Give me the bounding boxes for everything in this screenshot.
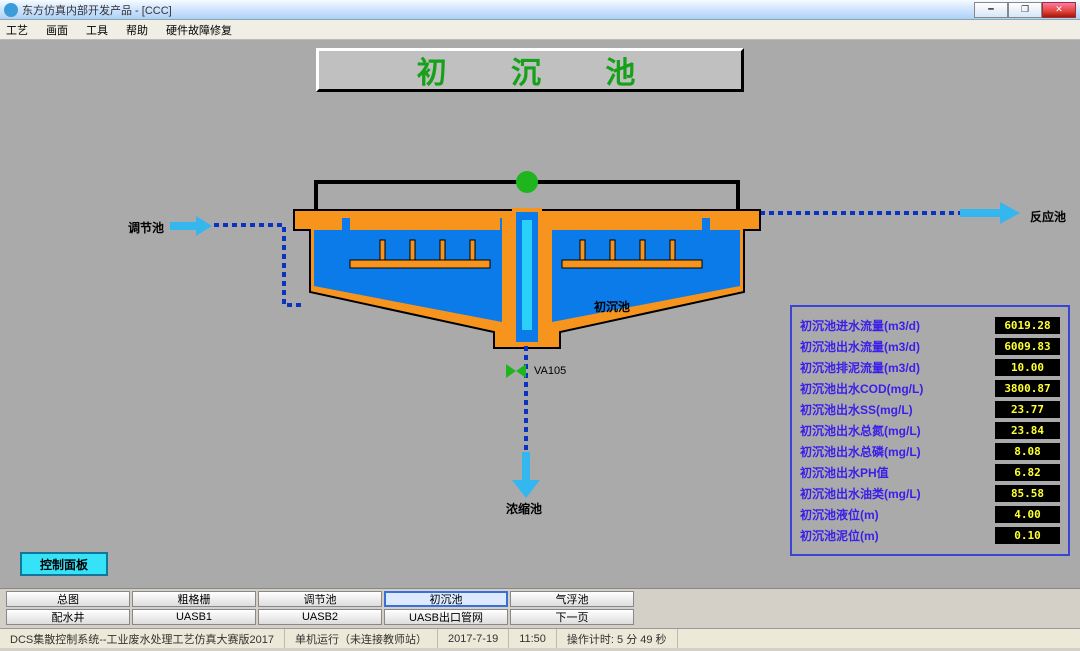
data-row: 初沉池出水流量(m3/d)6009.83 xyxy=(800,336,1060,357)
menu-screen[interactable]: 画面 xyxy=(46,22,68,38)
data-row: 初沉池出水COD(mg/L)3800.87 xyxy=(800,378,1060,399)
menu-bar: 工艺 画面 工具 帮助 硬件故障修复 xyxy=(0,20,1080,40)
data-row: 初沉池泥位(m)0.10 xyxy=(800,525,1060,546)
tank-name-label: 初沉池 xyxy=(594,298,630,315)
arrow-down-icon xyxy=(512,452,540,498)
menu-process[interactable]: 工艺 xyxy=(6,22,28,38)
left-source-label: 调节池 xyxy=(128,219,164,236)
screen-title: 初 沉 池 xyxy=(417,48,664,92)
window-title: 东方仿真内部开发产品 - [CCC] xyxy=(22,2,172,18)
arrow-left-in-icon xyxy=(170,216,212,236)
menu-tools[interactable]: 工具 xyxy=(86,22,108,38)
control-panel-button[interactable]: 控制面板 xyxy=(20,552,108,576)
status-timer: 操作计时: 5 分 49 秒 xyxy=(557,629,678,648)
data-row: 初沉池排泥流量(m3/d)10.00 xyxy=(800,357,1060,378)
process-canvas: 初 沉 池 调节池 反应池 xyxy=(0,40,1080,588)
data-panel: 初沉池进水流量(m3/d)6019.28 初沉池出水流量(m3/d)6009.8… xyxy=(790,305,1070,556)
outlet-pipe xyxy=(760,210,960,216)
status-sys: DCS集散控制系统--工业废水处理工艺仿真大赛版2017 xyxy=(0,629,285,648)
valve-icon[interactable] xyxy=(506,364,526,378)
minimize-button[interactable]: ━ xyxy=(974,2,1008,18)
app-icon xyxy=(4,3,18,17)
menu-hwfault[interactable]: 硬件故障修复 xyxy=(166,22,232,38)
close-button[interactable]: ✕ xyxy=(1042,2,1076,18)
tab-primary-settling[interactable]: 初沉池 xyxy=(384,591,508,607)
tab-flotation[interactable]: 气浮池 xyxy=(510,591,634,607)
data-row: 初沉池进水流量(m3/d)6019.28 xyxy=(800,315,1060,336)
maximize-button[interactable]: ❐ xyxy=(1008,2,1042,18)
right-target-label: 反应池 xyxy=(1030,208,1066,225)
valve-label: VA105 xyxy=(534,365,566,377)
tab-overview[interactable]: 总图 xyxy=(6,591,130,607)
screen-title-banner: 初 沉 池 xyxy=(316,48,744,92)
tab-uasb1[interactable]: UASB1 xyxy=(132,609,256,625)
status-bar: DCS集散控制系统--工业废水处理工艺仿真大赛版2017 单机运行（未连接教师站… xyxy=(0,628,1080,648)
tab-regulating-tank[interactable]: 调节池 xyxy=(258,591,382,607)
window-titlebar: 东方仿真内部开发产品 - [CCC] ━ ❐ ✕ xyxy=(0,0,1080,20)
data-row: 初沉池出水总磷(mg/L)8.08 xyxy=(800,441,1060,462)
tab-uasb2[interactable]: UASB2 xyxy=(258,609,382,625)
data-row: 初沉池出水总氮(mg/L)23.84 xyxy=(800,420,1060,441)
arrow-right-out-icon xyxy=(960,202,1020,224)
menu-help[interactable]: 帮助 xyxy=(126,22,148,38)
primary-settling-tank-graphic xyxy=(290,160,770,350)
data-row: 初沉池液位(m)4.00 xyxy=(800,504,1060,525)
nav-tabs: 总图 粗格栅 调节池 初沉池 气浮池 配水井 UASB1 UASB2 UASB出… xyxy=(0,588,1080,628)
bottom-target-label: 浓缩池 xyxy=(506,500,542,517)
tab-next-page[interactable]: 下一页 xyxy=(510,609,634,625)
status-date: 2017-7-19 xyxy=(438,629,509,648)
data-row: 初沉池出水SS(mg/L)23.77 xyxy=(800,399,1060,420)
data-row: 初沉池出水PH值6.82 xyxy=(800,462,1060,483)
tab-distribution-well[interactable]: 配水井 xyxy=(6,609,130,625)
status-time: 11:50 xyxy=(509,629,557,648)
tab-coarse-screen[interactable]: 粗格栅 xyxy=(132,591,256,607)
tab-uasb-outlet[interactable]: UASB出口管网 xyxy=(384,609,508,625)
data-row: 初沉池出水油类(mg/L)85.58 xyxy=(800,483,1060,504)
status-mode: 单机运行（未连接教师站） xyxy=(285,629,438,648)
